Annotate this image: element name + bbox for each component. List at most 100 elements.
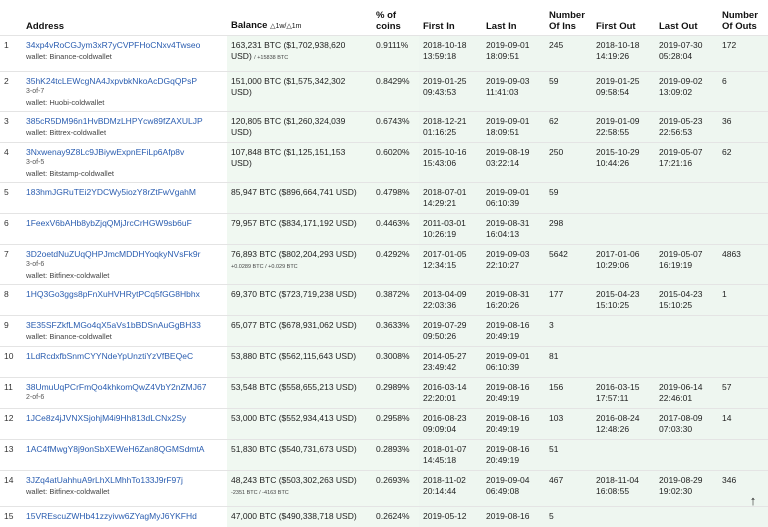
wallet-label: wallet: Binance-coldwallet (26, 332, 112, 341)
address-link[interactable]: 385cR5DM96n1HvBDMzLHPYcw89fZAXULJP (26, 116, 223, 127)
rank-cell: 1 (0, 35, 22, 72)
address-link[interactable]: 3D2oetdNuZUqQHPJmcMDDHYoqkyNVsFk9r (26, 249, 223, 260)
num-ins-value: 5 (549, 511, 554, 521)
table-row: 15 15VREscuZWHb41zzyivw6ZYagMyJ6YKFHd 47,0… (0, 506, 768, 527)
balance-delta-toggle[interactable]: △1w/△1m (270, 23, 301, 30)
num-outs-header[interactable]: Number Of Outs (718, 0, 768, 36)
balance-header[interactable]: Balance △1w/△1m (227, 0, 372, 36)
first-in-cell: 2019-01-25 09:43:53 (419, 71, 482, 112)
rank-value: 11 (4, 382, 13, 392)
pct-cell: 0.2989% (372, 377, 419, 409)
pct-header[interactable]: % of coins (372, 0, 419, 36)
pct-cell: 0.2958% (372, 408, 419, 440)
last-out-cell (655, 506, 718, 527)
table-row: 13 1AC4fMwgY8j9onSbXEWeH6Zan8QGMSdmtA 51,8… (0, 439, 768, 471)
first-out-value: 2017-01-06 10:29:06 (596, 249, 640, 270)
last-out-cell (655, 346, 718, 378)
table-row: 7 3D2oetdNuZUqQHPJmcMDDHYoqkyNVsFk9r 3-of-… (0, 244, 768, 285)
address-link[interactable]: 1HQ3Go3ggs8pFnXuHVHRytPCq5fGG8Hbhx (26, 289, 223, 300)
first-out-cell: 2016-08-24 12:48:26 (592, 408, 655, 440)
rank-value: 7 (4, 249, 9, 259)
address-link[interactable]: 1AC4fMwgY8j9onSbXEWeH6Zan8QGMSdmtA (26, 444, 223, 455)
balance-cell: 53,000 BTC ($552,934,413 USD) (227, 408, 372, 440)
address-link[interactable]: 38UmuUqPCrFmQo4khkomQwZ4VbY2nZMJ67 (26, 382, 223, 393)
address-link[interactable]: 34xp4vRoCGJym3xR7yCVPFHoCNxv4Twseo (26, 40, 223, 51)
num-ins-cell: 3 (545, 315, 592, 347)
first-out-cell (592, 439, 655, 471)
arrow-up-icon[interactable]: ↑ (746, 493, 760, 509)
address-link[interactable]: 1JCe8z4jJVNXSjohjM4i9Hh813dLCNx2Sy (26, 413, 223, 424)
first-in-cell: 2018-07-01 14:29:21 (419, 182, 482, 214)
num-ins-cell: 177 (545, 284, 592, 316)
balance-value: 65,077 BTC ($678,931,062 USD) (231, 320, 357, 330)
last-out-cell (655, 439, 718, 471)
address-link[interactable]: 3JZq4atUahhuA9rLhXLMhhTo133J9rF97j (26, 475, 223, 486)
first-in-cell: 2016-08-23 09:09:04 (419, 408, 482, 440)
pct-cell: 0.3872% (372, 284, 419, 316)
table-row: 11 38UmuUqPCrFmQo4khkomQwZ4VbY2nZMJ67 2-of… (0, 377, 768, 409)
num-ins-cell: 5 (545, 506, 592, 527)
num-ins-cell: 59 (545, 71, 592, 112)
num-ins-value: 298 (549, 218, 564, 228)
first-in-value: 2019-05-12 (423, 511, 467, 521)
pct-value: 0.2893% (376, 444, 410, 454)
pct-value: 0.2624% (376, 511, 410, 521)
num-outs-value: 172 (722, 40, 737, 50)
balance-value: 79,957 BTC ($834,171,192 USD) (231, 218, 357, 228)
num-outs-value: 6 (722, 76, 727, 86)
balance-cell: 163,231 BTC ($1,702,938,620 USD) / +1583… (227, 35, 372, 72)
first-out-cell: 2018-11-04 16:08:55 (592, 470, 655, 507)
address-header[interactable]: Address (22, 0, 227, 36)
balance-value: 151,000 BTC ($1,575,342,302 USD) (231, 76, 346, 97)
rich-list-table: Address Balance △1w/△1m % of coins First… (0, 0, 768, 527)
address-cell: 1HQ3Go3ggs8pFnXuHVHRytPCq5fGG8Hbhx (22, 284, 227, 316)
num-ins-cell: 51 (545, 439, 592, 471)
last-in-value: 2019-08-16 (486, 511, 530, 521)
address-link[interactable]: 3Nxwenay9Z8Lc9JBiywExpnEFiLp6Afp8v (26, 147, 223, 158)
table-row: 8 1HQ3Go3ggs8pFnXuHVHRytPCq5fGG8Hbhx 69,37… (0, 284, 768, 316)
last-in-value: 2019-09-01 06:10:39 (486, 351, 530, 372)
address-link[interactable]: 1LdRcdxfbSnmCYYNdeYpUnztiYzVfBEQeC (26, 351, 223, 362)
pct-cell: 0.4292% (372, 244, 419, 285)
pct-value: 0.8429% (376, 76, 410, 86)
last-out-value: 2019-09-02 13:09:02 (659, 76, 703, 97)
pct-value: 0.3633% (376, 320, 410, 330)
num-ins-value: 467 (549, 475, 564, 485)
balance-value: 53,880 BTC ($562,115,643 USD) (231, 351, 357, 361)
first-out-value: 2016-03-15 17:57:11 (596, 382, 640, 403)
last-out-header[interactable]: Last Out (655, 0, 718, 36)
pct-cell: 0.6743% (372, 111, 419, 143)
address-link[interactable]: 3E35SFZkfLMGo4qX5aVs1bBDSnAuGgBH33 (26, 320, 223, 331)
num-ins-cell: 59 (545, 182, 592, 214)
table-row: 10 1LdRcdxfbSnmCYYNdeYpUnztiYzVfBEQeC 53,8… (0, 346, 768, 378)
address-link[interactable]: 35hK24tcLEWcgNA4JxpvbkNkoAcDGqQPsP (26, 76, 223, 87)
num-ins-cell: 103 (545, 408, 592, 440)
num-outs-cell: 172 (718, 35, 768, 72)
last-out-cell: 2015-04-23 15:10:25 (655, 284, 718, 316)
num-ins-header[interactable]: Number Of Ins (545, 0, 592, 36)
rank-cell: 4 (0, 142, 22, 183)
first-out-header[interactable]: First Out (592, 0, 655, 36)
last-in-cell: 2019-08-31 16:04:13 (482, 213, 545, 245)
address-link[interactable]: 1FeexV6bAHb8ybZjqQMjJrcCrHGW9sb6uF (26, 218, 223, 229)
pct-cell: 0.2624% (372, 506, 419, 527)
num-outs-cell: 4863 (718, 244, 768, 285)
rank-value: 14 (4, 475, 14, 485)
last-in-header[interactable]: Last In (482, 0, 545, 36)
last-out-cell: 2019-08-29 19:02:30 (655, 470, 718, 507)
last-in-cell: 2019-08-31 16:20:26 (482, 284, 545, 316)
address-link[interactable]: 15VREscuZWHb41zzyivw6ZYagMyJ6YKFHd (26, 511, 223, 522)
last-out-cell (655, 182, 718, 214)
first-out-cell: 2019-01-09 22:58:55 (592, 111, 655, 143)
balance-value: 76,893 BTC ($802,204,293 USD) (231, 249, 357, 259)
address-cell: 183hmJGRuTEi2YDCWy5iozY8rZtFwVgahM (22, 182, 227, 214)
first-out-cell (592, 315, 655, 347)
first-in-cell: 2018-10-18 13:59:18 (419, 35, 482, 72)
address-link[interactable]: 183hmJGRuTEi2YDCWy5iozY8rZtFwVgahM (26, 187, 223, 198)
first-out-value: 2018-10-18 14:19:26 (596, 40, 640, 61)
num-outs-cell: 14 (718, 408, 768, 440)
first-in-header[interactable]: First In (419, 0, 482, 36)
balance-delta: -2351 BTC / -4163 BTC (231, 490, 289, 496)
num-ins-value: 156 (549, 382, 564, 392)
first-in-value: 2017-01-05 12:34:15 (423, 249, 467, 270)
